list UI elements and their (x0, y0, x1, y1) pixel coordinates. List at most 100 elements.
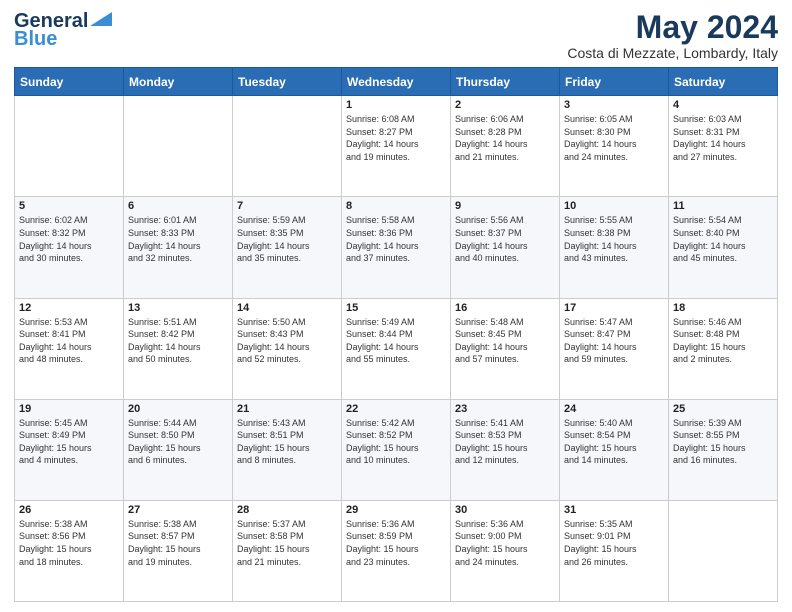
day-number: 8 (346, 200, 446, 212)
day-info: Sunrise: 6:08 AM Sunset: 8:27 PM Dayligh… (346, 113, 446, 163)
calendar-day-header: Friday (560, 68, 669, 96)
day-number: 15 (346, 302, 446, 314)
calendar-cell: 29 Sunrise: 5:36 AM Sunset: 8:59 PM Dayli… (342, 500, 451, 601)
day-info: Sunrise: 6:06 AM Sunset: 8:28 PM Dayligh… (455, 113, 555, 163)
calendar-cell: 22Sunrise: 5:42 AM Sunset: 8:52 PM Dayli… (342, 399, 451, 500)
calendar-cell: 15 Sunrise: 5:49 AM Sunset: 8:44 PM Dayli… (342, 298, 451, 399)
calendar-cell: 17Sunrise: 5:47 AM Sunset: 8:47 PM Dayli… (560, 298, 669, 399)
day-info: Sunrise: 5:55 AM Sunset: 8:38 PM Dayligh… (564, 214, 664, 264)
day-number: 7 (237, 200, 337, 212)
calendar-cell: 1 Sunrise: 6:08 AM Sunset: 8:27 PM Daylig… (342, 96, 451, 197)
calendar-cell: 28Sunrise: 5:37 AM Sunset: 8:58 PM Dayli… (233, 500, 342, 601)
day-number: 14 (237, 302, 337, 314)
day-info: Sunrise: 5:58 AM Sunset: 8:36 PM Dayligh… (346, 214, 446, 264)
calendar-cell (124, 96, 233, 197)
logo: General Blue (14, 10, 112, 50)
day-info: Sunrise: 6:05 AM Sunset: 8:30 PM Dayligh… (564, 113, 664, 163)
calendar-cell: 26 Sunrise: 5:38 AM Sunset: 8:56 PM Dayli… (15, 500, 124, 601)
calendar-table: SundayMondayTuesdayWednesdayThursdayFrid… (14, 67, 778, 602)
day-info: Sunrise: 5:48 AM Sunset: 8:45 PM Dayligh… (455, 316, 555, 366)
day-number: 12 (19, 302, 119, 314)
calendar-day-header: Wednesday (342, 68, 451, 96)
calendar-cell: 14 Sunrise: 5:50 AM Sunset: 8:43 PM Dayli… (233, 298, 342, 399)
calendar-cell: 8 Sunrise: 5:58 AM Sunset: 8:36 PM Daylig… (342, 197, 451, 298)
calendar-day-header: Sunday (15, 68, 124, 96)
day-info: Sunrise: 5:59 AM Sunset: 8:35 PM Dayligh… (237, 214, 337, 264)
calendar-cell: 23 Sunrise: 5:41 AM Sunset: 8:53 PM Dayli… (451, 399, 560, 500)
calendar-cell: 7 Sunrise: 5:59 AM Sunset: 8:35 PM Daylig… (233, 197, 342, 298)
day-number: 23 (455, 403, 555, 415)
day-info: Sunrise: 5:38 AM Sunset: 8:57 PM Dayligh… (128, 518, 228, 568)
calendar-cell (15, 96, 124, 197)
month-title: May 2024 (567, 10, 778, 45)
day-number: 5 (19, 200, 119, 212)
calendar-cell: 30Sunrise: 5:36 AM Sunset: 9:00 PM Dayli… (451, 500, 560, 601)
location-subtitle: Costa di Mezzate, Lombardy, Italy (567, 45, 778, 61)
day-info: Sunrise: 5:43 AM Sunset: 8:51 PM Dayligh… (237, 417, 337, 467)
day-info: Sunrise: 5:35 AM Sunset: 9:01 PM Dayligh… (564, 518, 664, 568)
day-info: Sunrise: 6:03 AM Sunset: 8:31 PM Dayligh… (673, 113, 773, 163)
calendar-week-row: 19Sunrise: 5:45 AM Sunset: 8:49 PM Dayli… (15, 399, 778, 500)
calendar-week-row: 26 Sunrise: 5:38 AM Sunset: 8:56 PM Dayli… (15, 500, 778, 601)
day-info: Sunrise: 5:42 AM Sunset: 8:52 PM Dayligh… (346, 417, 446, 467)
day-info: Sunrise: 5:44 AM Sunset: 8:50 PM Dayligh… (128, 417, 228, 467)
day-info: Sunrise: 5:41 AM Sunset: 8:53 PM Dayligh… (455, 417, 555, 467)
calendar-cell (233, 96, 342, 197)
calendar-cell: 11Sunrise: 5:54 AM Sunset: 8:40 PM Dayli… (669, 197, 778, 298)
day-number: 16 (455, 302, 555, 314)
day-info: Sunrise: 5:40 AM Sunset: 8:54 PM Dayligh… (564, 417, 664, 467)
day-info: Sunrise: 5:38 AM Sunset: 8:56 PM Dayligh… (19, 518, 119, 568)
page: General Blue May 2024 Costa di Mezzate, … (0, 0, 792, 612)
calendar-cell: 6Sunrise: 6:01 AM Sunset: 8:33 PM Daylig… (124, 197, 233, 298)
calendar-cell: 18 Sunrise: 5:46 AM Sunset: 8:48 PM Dayli… (669, 298, 778, 399)
calendar-cell: 2Sunrise: 6:06 AM Sunset: 8:28 PM Daylig… (451, 96, 560, 197)
logo-icon (90, 12, 112, 26)
header: General Blue May 2024 Costa di Mezzate, … (14, 10, 778, 61)
calendar-cell: 25 Sunrise: 5:39 AM Sunset: 8:55 PM Dayli… (669, 399, 778, 500)
day-number: 1 (346, 99, 446, 111)
title-area: May 2024 Costa di Mezzate, Lombardy, Ita… (567, 10, 778, 61)
calendar-cell: 21Sunrise: 5:43 AM Sunset: 8:51 PM Dayli… (233, 399, 342, 500)
calendar-cell: 12 Sunrise: 5:53 AM Sunset: 8:41 PM Dayli… (15, 298, 124, 399)
day-number: 29 (346, 504, 446, 516)
day-number: 24 (564, 403, 664, 415)
day-number: 4 (673, 99, 773, 111)
day-number: 25 (673, 403, 773, 415)
day-number: 11 (673, 200, 773, 212)
calendar-cell: 4 Sunrise: 6:03 AM Sunset: 8:31 PM Daylig… (669, 96, 778, 197)
calendar-cell: 16 Sunrise: 5:48 AM Sunset: 8:45 PM Dayli… (451, 298, 560, 399)
calendar-cell: 20 Sunrise: 5:44 AM Sunset: 8:50 PM Dayli… (124, 399, 233, 500)
calendar-day-header: Thursday (451, 68, 560, 96)
day-info: Sunrise: 5:46 AM Sunset: 8:48 PM Dayligh… (673, 316, 773, 366)
calendar-cell (669, 500, 778, 601)
day-info: Sunrise: 5:45 AM Sunset: 8:49 PM Dayligh… (19, 417, 119, 467)
day-info: Sunrise: 5:56 AM Sunset: 8:37 PM Dayligh… (455, 214, 555, 264)
day-number: 31 (564, 504, 664, 516)
day-info: Sunrise: 5:50 AM Sunset: 8:43 PM Dayligh… (237, 316, 337, 366)
day-info: Sunrise: 5:51 AM Sunset: 8:42 PM Dayligh… (128, 316, 228, 366)
day-number: 18 (673, 302, 773, 314)
day-info: Sunrise: 5:49 AM Sunset: 8:44 PM Dayligh… (346, 316, 446, 366)
calendar-cell: 9 Sunrise: 5:56 AM Sunset: 8:37 PM Daylig… (451, 197, 560, 298)
calendar-cell: 24 Sunrise: 5:40 AM Sunset: 8:54 PM Dayli… (560, 399, 669, 500)
day-number: 26 (19, 504, 119, 516)
calendar-cell: 5 Sunrise: 6:02 AM Sunset: 8:32 PM Daylig… (15, 197, 124, 298)
day-info: Sunrise: 6:02 AM Sunset: 8:32 PM Dayligh… (19, 214, 119, 264)
day-number: 17 (564, 302, 664, 314)
day-number: 28 (237, 504, 337, 516)
calendar-day-header: Tuesday (233, 68, 342, 96)
day-info: Sunrise: 5:53 AM Sunset: 8:41 PM Dayligh… (19, 316, 119, 366)
calendar-cell: 19Sunrise: 5:45 AM Sunset: 8:49 PM Dayli… (15, 399, 124, 500)
day-number: 20 (128, 403, 228, 415)
calendar-cell: 3Sunrise: 6:05 AM Sunset: 8:30 PM Daylig… (560, 96, 669, 197)
logo-blue: Blue (14, 28, 57, 50)
day-info: Sunrise: 5:36 AM Sunset: 8:59 PM Dayligh… (346, 518, 446, 568)
day-info: Sunrise: 5:39 AM Sunset: 8:55 PM Dayligh… (673, 417, 773, 467)
day-number: 9 (455, 200, 555, 212)
calendar-week-row: 1 Sunrise: 6:08 AM Sunset: 8:27 PM Daylig… (15, 96, 778, 197)
calendar-cell: 31 Sunrise: 5:35 AM Sunset: 9:01 PM Dayli… (560, 500, 669, 601)
day-number: 13 (128, 302, 228, 314)
calendar-day-header: Monday (124, 68, 233, 96)
calendar-cell: 13 Sunrise: 5:51 AM Sunset: 8:42 PM Dayli… (124, 298, 233, 399)
calendar-week-row: 5 Sunrise: 6:02 AM Sunset: 8:32 PM Daylig… (15, 197, 778, 298)
